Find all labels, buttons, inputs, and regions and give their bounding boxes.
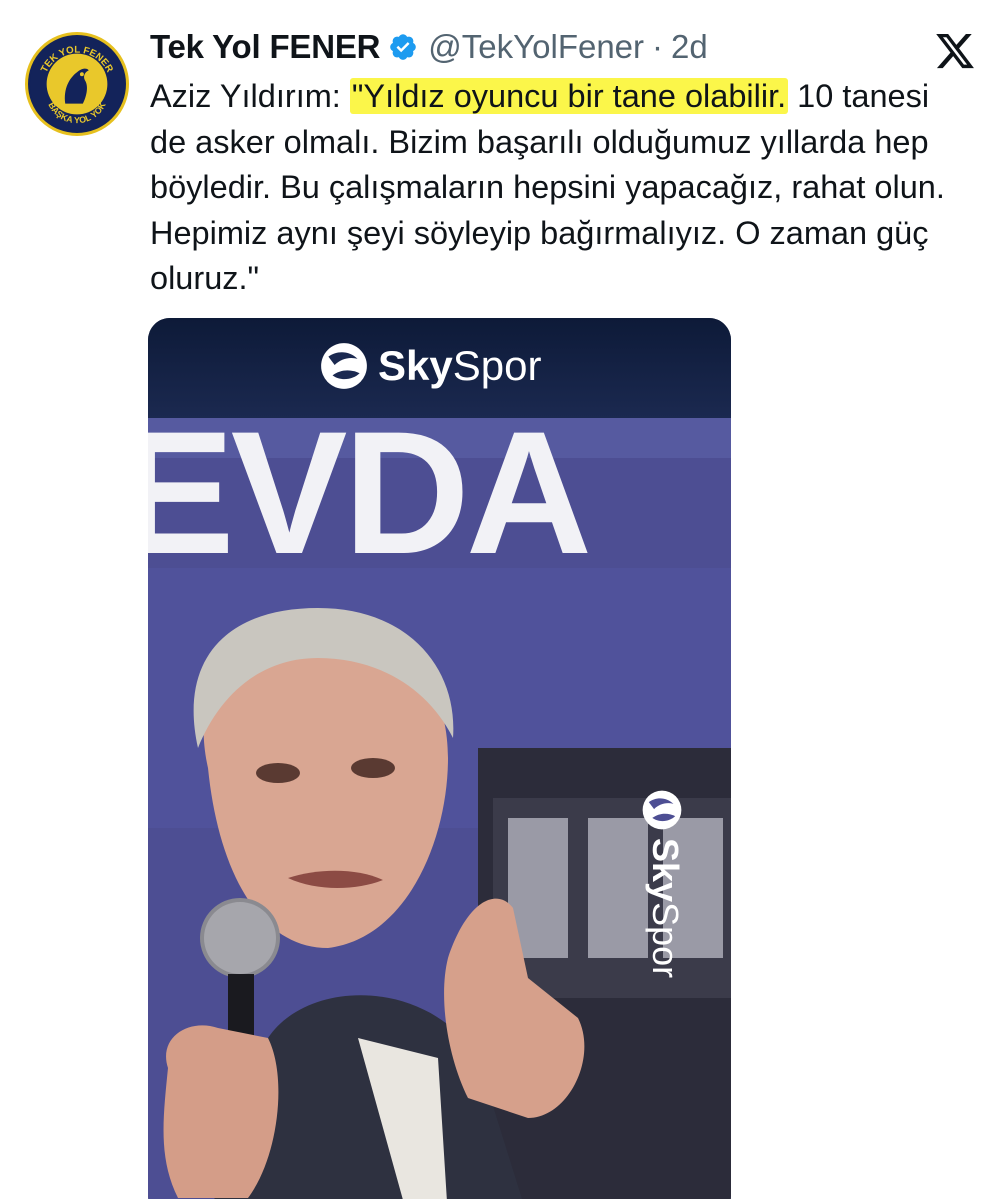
skyspor-logo: Sky Spor xyxy=(318,340,541,392)
speaker-prefix: Aziz Yıldırım: xyxy=(150,78,350,114)
author-name[interactable]: Tek Yol FENER xyxy=(150,28,380,66)
tweet-header: Tek Yol FENER @TekYolFener · 2d xyxy=(150,26,708,68)
skyspor-ball-icon xyxy=(321,343,367,389)
video-top-bar: Sky Spor xyxy=(148,318,731,418)
video-media[interactable]: Sky Spor EVDA SkySpor xyxy=(148,318,731,1199)
timestamp[interactable]: 2d xyxy=(671,28,708,66)
brand-sky-text: Sky xyxy=(378,342,453,389)
skyspor-vertical-text: SkySpor xyxy=(644,838,686,978)
vertical-brand-sky: Sky xyxy=(645,838,686,903)
skyspor-vertical-logo: SkySpor xyxy=(638,788,688,1018)
banner-letters: EVDA xyxy=(148,418,588,591)
avatar[interactable]: TEK YOL FENER BAŞKA YOL YOK xyxy=(25,32,129,136)
avatar-logo-icon: TEK YOL FENER BAŞKA YOL YOK xyxy=(29,36,125,132)
verified-badge-icon[interactable] xyxy=(388,32,418,62)
x-logo-icon[interactable] xyxy=(930,30,980,72)
tweet-card[interactable]: TEK YOL FENER BAŞKA YOL YOK Tek Yol FENE… xyxy=(0,0,1007,1199)
highlighted-quote: "Yıldız oyuncu bir tane olabilir. xyxy=(349,78,789,114)
brand-spor-text: Spor xyxy=(452,342,542,389)
skyspor-vertical-ball-icon xyxy=(642,790,682,830)
vertical-brand-spor: Spor xyxy=(645,902,686,979)
tweet-text: Aziz Yıldırım: "Yıldız oyuncu bir tane o… xyxy=(150,74,970,302)
separator-dot: · xyxy=(652,28,664,65)
author-handle[interactable]: @TekYolFener xyxy=(428,28,644,66)
